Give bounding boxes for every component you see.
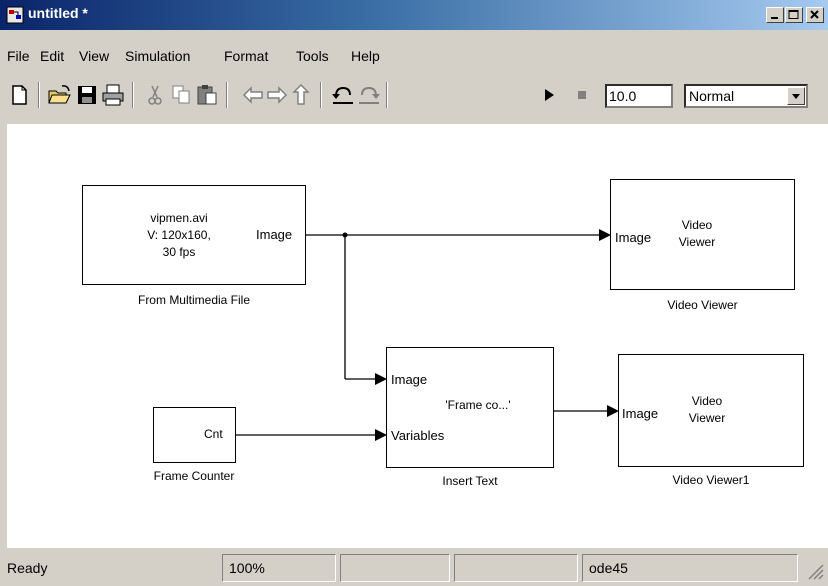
block-label[interactable]: Insert Text [386,474,554,488]
zoom-level: 100% [222,554,336,582]
simulation-mode-select[interactable]: Normal [684,84,808,108]
maximize-icon [788,10,799,19]
arrow-left-icon [242,86,263,104]
minimize-button[interactable] [766,7,784,23]
toolbar-separator [132,82,134,108]
redo-icon [359,86,380,104]
print-button[interactable] [100,82,126,108]
model-icon [6,6,24,24]
window-title: untitled * [28,5,88,21]
block-label[interactable]: Video Viewer1 [618,473,804,487]
menu-help[interactable]: Help [351,48,380,64]
menu-format[interactable]: Format [224,48,268,64]
new-file-icon [12,85,27,105]
play-icon [545,89,554,101]
forward-button[interactable] [264,82,290,108]
input-port-label: Image [622,406,659,421]
open-model-button[interactable] [46,82,72,108]
open-folder-icon [48,85,71,104]
toolbar-separator [226,82,228,108]
block-text: vipmen.avi [150,211,208,225]
block-label[interactable]: Video Viewer [610,298,795,312]
simulation-mode-value: Normal [689,88,735,104]
input-port-label: Image [615,230,652,245]
branch-point [342,232,348,238]
menu-simulation[interactable]: Simulation [125,48,190,64]
printer-icon [102,84,124,106]
toolbar-separator [386,82,388,108]
dropdown-button[interactable] [787,87,805,105]
save-model-button[interactable] [74,82,100,108]
cut-button[interactable] [142,82,168,108]
new-model-button[interactable] [6,82,32,108]
stop-time-input[interactable]: 10.0 [605,84,673,108]
model-canvas[interactable]: vipmen.avi V: 120x160, 30 fps Image From… [7,124,828,548]
block-label[interactable]: From Multimedia File [82,293,306,307]
redo-button[interactable] [356,82,382,108]
copy-icon [172,85,190,104]
copy-button[interactable] [168,82,194,108]
title-bar[interactable]: untitled * [0,0,828,30]
output-port-label: Image [256,227,293,242]
menu-edit[interactable]: Edit [40,48,64,64]
menu-bar: File Edit View Simulation Format Tools H… [0,44,828,68]
maximize-button[interactable] [785,7,803,23]
close-button[interactable] [806,7,824,23]
input-port-label: Variables [391,428,445,443]
status-bar: Ready 100% ode45 [0,552,828,586]
minimize-icon [771,17,778,19]
save-icon [78,86,96,104]
undo-icon [332,86,353,104]
chevron-down-icon [792,94,800,99]
status-pane [340,554,450,582]
up-button[interactable] [288,82,314,108]
block-label[interactable]: Frame Counter [119,469,269,483]
paste-button[interactable] [194,82,220,108]
input-port-label: Image [391,372,428,387]
status-pane [454,554,578,582]
toolbar-separator [38,82,40,108]
arrow-up-icon [292,83,310,105]
status-text: Ready [7,560,48,576]
stop-icon [578,91,586,99]
back-button[interactable] [240,82,266,108]
paste-icon [197,85,217,105]
menu-tools[interactable]: Tools [296,48,329,64]
block-text: Viewer [678,235,716,249]
block-text: V: 120x160, [147,228,211,242]
arrow-right-icon [267,86,288,104]
frame-counter-block[interactable] [153,407,236,463]
output-port-label: Cnt [204,427,223,441]
scissors-icon [148,85,162,105]
stop-simulation-button[interactable] [569,82,595,108]
menu-view[interactable]: View [79,48,109,64]
resize-grip-icon[interactable] [806,562,824,583]
block-text: 'Frame co...' [445,398,511,412]
menu-file[interactable]: File [7,48,30,64]
block-text: Video [691,394,723,408]
block-text: Viewer [688,411,726,425]
undo-button[interactable] [330,82,356,108]
solver-name: ode45 [582,554,798,582]
block-text: 30 fps [162,245,196,259]
toolbar-separator [320,82,322,108]
close-icon [810,10,819,19]
block-text: Video [681,218,713,232]
start-simulation-button[interactable] [536,82,562,108]
